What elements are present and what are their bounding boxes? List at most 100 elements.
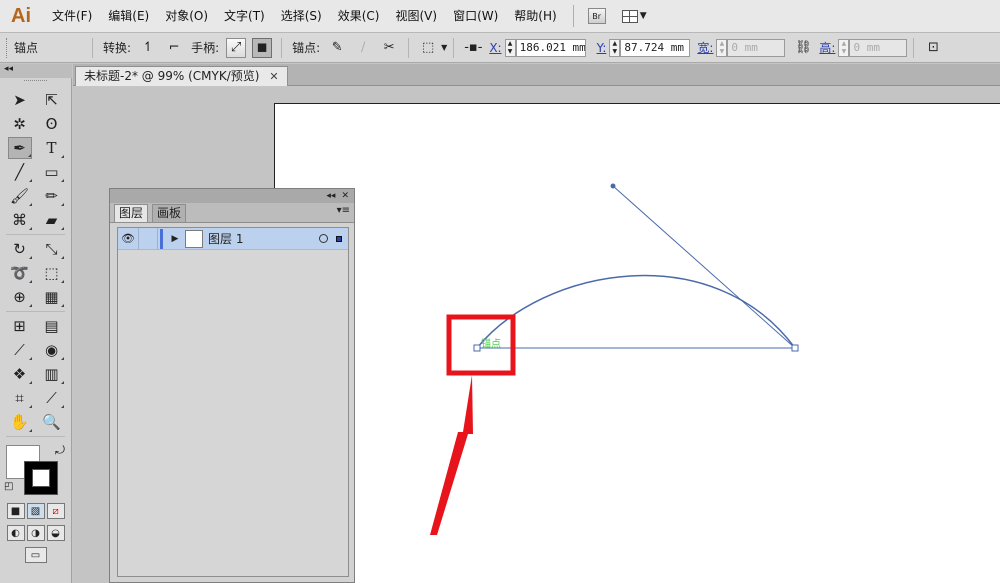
blob-brush-tool-icon[interactable]: ⌘: [8, 209, 32, 231]
blend-tool-icon[interactable]: ◉: [40, 339, 64, 361]
layer-row[interactable]: 👁 ▶ 图层 1: [118, 227, 348, 250]
artboard-tool-icon[interactable]: ⌗: [8, 387, 32, 409]
stroke-swatch[interactable]: [24, 461, 58, 495]
color-mode-icon[interactable]: ■: [6, 503, 25, 519]
y-field[interactable]: 87.724 mm: [620, 38, 691, 57]
collapse-icon[interactable]: ◂◂: [326, 191, 335, 201]
anchor-point[interactable]: [473, 344, 481, 352]
shape-builder-tool-icon[interactable]: ⊕: [8, 286, 32, 308]
draw-inside-icon[interactable]: ◒: [46, 525, 65, 541]
tab-artboards[interactable]: 画板: [152, 204, 187, 222]
tab-layers[interactable]: 图层: [114, 204, 149, 222]
gradient-mode-icon[interactable]: ▧: [26, 503, 45, 519]
direct-selection-tool-icon[interactable]: ⇱: [40, 89, 64, 111]
paintbrush-tool-icon[interactable]: 🖌: [8, 185, 32, 207]
scale-tool-icon[interactable]: ⤡: [40, 238, 64, 260]
cut-path-icon[interactable]: ✂: [379, 38, 399, 58]
divider: [453, 37, 455, 58]
bridge-button[interactable]: Br: [587, 8, 606, 24]
hide-handles-icon[interactable]: ◼: [252, 37, 273, 58]
convert-to-corner-icon[interactable]: ↿: [138, 38, 158, 58]
eraser-tool-icon[interactable]: ▰: [40, 209, 64, 231]
tools-grip[interactable]: [24, 80, 47, 88]
line-tool-icon[interactable]: ╱: [8, 161, 32, 183]
hand-tool-icon[interactable]: ✋: [8, 411, 32, 433]
mesh-tool-icon[interactable]: ⊞: [8, 315, 32, 337]
remove-anchor-icon[interactable]: ✎: [327, 38, 347, 58]
control-bar: 锚点 转换: ↿ ⌐ 手柄: ⤢ ◼ 锚点: ✎ ∕ ✂ ⬚ ▼ -▪- X: …: [0, 33, 1000, 63]
slice-tool-icon[interactable]: ⟋: [40, 387, 64, 409]
selection-tool-icon[interactable]: ➤: [8, 89, 32, 111]
layers-panel-titlebar[interactable]: ◂◂ ✕: [110, 189, 354, 203]
eyedropper-tool-icon[interactable]: ⟋: [8, 339, 32, 361]
target-circle-icon[interactable]: [319, 234, 328, 243]
layers-list: 👁 ▶ 图层 1: [117, 227, 349, 577]
workspace-switcher[interactable]: ▼: [621, 9, 647, 23]
height-stepper: ▲ ▼: [838, 38, 850, 57]
collapse-icon[interactable]: ◂◂: [4, 64, 13, 74]
lasso-tool-icon[interactable]: ʘ: [40, 113, 64, 135]
layer-thumbnail: [185, 229, 203, 248]
perspective-grid-tool-icon[interactable]: ▦: [40, 286, 64, 308]
swap-fill-stroke-icon[interactable]: ⤾: [55, 443, 65, 458]
menu-edit[interactable]: 编辑(E): [100, 0, 157, 33]
show-handles-icon[interactable]: ⤢: [226, 37, 247, 58]
default-colors-icon[interactable]: ◰: [4, 481, 13, 492]
chevron-down-icon: ▼: [639, 11, 647, 21]
warp-tool-icon[interactable]: ➰: [8, 262, 32, 284]
menu-window[interactable]: 窗口(W): [445, 0, 506, 33]
close-icon[interactable]: ✕: [341, 191, 349, 201]
isolate-icon[interactable]: ⬚: [418, 38, 438, 58]
document-tab[interactable]: 未标题-2* @ 99% (CMYK/预览) ✕: [75, 66, 288, 86]
screen-mode-icon[interactable]: ▭: [24, 547, 47, 563]
menu-help[interactable]: 帮助(H): [506, 0, 564, 33]
curve-path-segment[interactable]: [476, 274, 796, 349]
free-transform-tool-icon[interactable]: ⬚: [40, 262, 64, 284]
menu-type[interactable]: 文字(T): [216, 0, 273, 33]
chevron-down-icon[interactable]: ▼: [441, 43, 447, 52]
close-icon[interactable]: ✕: [269, 67, 278, 86]
pencil-tool-icon[interactable]: ✏: [40, 185, 64, 207]
panel-menu-icon[interactable]: ▾≡: [337, 205, 350, 216]
rotate-tool-icon[interactable]: ↻: [8, 238, 32, 260]
zoom-tool-icon[interactable]: 🔍: [40, 411, 64, 433]
menu-file[interactable]: 文件(F): [44, 0, 100, 33]
handle-point[interactable]: [610, 183, 616, 189]
menu-divider: [572, 5, 574, 27]
y-stepper[interactable]: ▲ ▼: [609, 38, 621, 57]
link-icon[interactable]: ⛓: [793, 38, 813, 58]
x-stepper[interactable]: ▲ ▼: [504, 38, 516, 57]
menu-view[interactable]: 视图(V): [387, 0, 445, 33]
width-label: 宽:: [697, 41, 714, 55]
none-mode-icon[interactable]: ⧄: [46, 503, 65, 519]
divider: [6, 311, 65, 312]
pen-tool-icon[interactable]: ✒: [7, 137, 32, 159]
x-field[interactable]: 186.021 mm: [515, 38, 586, 57]
divider: [408, 37, 410, 58]
symbol-sprayer-tool-icon[interactable]: ❖: [8, 363, 32, 385]
draw-normal-icon[interactable]: ◐: [6, 525, 25, 541]
layer-name[interactable]: 图层 1: [208, 230, 319, 247]
type-tool-icon[interactable]: T: [40, 137, 64, 159]
menu-object[interactable]: 对象(O): [157, 0, 216, 33]
rectangle-tool-icon[interactable]: ▭: [40, 161, 64, 183]
anchor-point[interactable]: [791, 344, 799, 352]
column-graph-tool-icon[interactable]: ▥: [40, 363, 64, 385]
selection-indicator-icon[interactable]: [336, 235, 342, 242]
draw-behind-icon[interactable]: ◑: [26, 525, 45, 541]
magic-wand-tool-icon[interactable]: ✲: [8, 113, 32, 135]
direction-line: [612, 185, 796, 349]
menu-effect[interactable]: 效果(C): [330, 0, 388, 33]
menu-bar: Ai 文件(F) 编辑(E) 对象(O) 文字(T) 选择(S) 效果(C) 视…: [0, 0, 1000, 33]
lock-toggle[interactable]: [138, 227, 158, 250]
visibility-eye-icon[interactable]: 👁: [118, 232, 138, 245]
convert-to-smooth-icon[interactable]: ⌐: [164, 38, 184, 58]
reference-point-icon[interactable]: -▪-: [463, 38, 483, 58]
gradient-tool-icon[interactable]: ▤: [40, 315, 64, 337]
menu-select[interactable]: 选择(S): [273, 0, 330, 33]
transform-icon[interactable]: ⊡: [923, 38, 943, 58]
color-mode-row: ■ ▧ ⧄: [0, 503, 71, 519]
disclosure-triangle-icon[interactable]: ▶: [167, 234, 183, 244]
tools-panel-header[interactable]: ◂◂: [0, 64, 72, 78]
tools-panel: ➤ ⇱ ✲ ʘ ✒ T ╱ ▭ 🖌 ✏ ⌘ ▰ ↻ ⤡ ➰ ⬚ ⊕ ▦ ⊞ ▤ ⟋ ◉ ❖ ▥ ⌗ ⟋ ✋…: [0, 78, 72, 583]
